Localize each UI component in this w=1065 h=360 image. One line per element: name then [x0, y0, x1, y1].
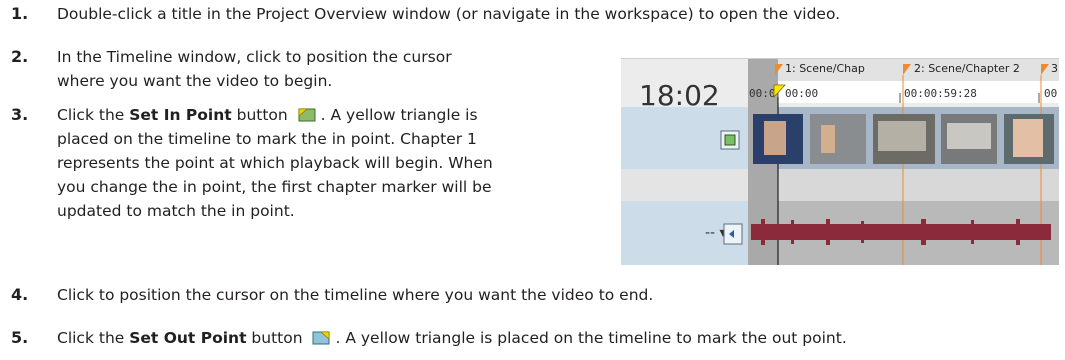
- step-3: 3. Click the Set In Point button . A yel…: [0, 103, 610, 223]
- step-text: Click to position the cursor on the time…: [57, 286, 654, 304]
- step-text-post: . A yellow triangle is: [320, 106, 478, 124]
- step-text: Double-click a title in the Project Over…: [57, 5, 841, 23]
- step-number: 4.: [11, 285, 29, 304]
- step-text-line-2: where you want the video to begin.: [57, 72, 333, 90]
- step-text-post: . A yellow triangle is placed on the tim…: [335, 329, 847, 347]
- set-out-point-label: Set Out Point: [129, 329, 247, 347]
- step-1: 1. Double-click a title in the Project O…: [0, 2, 1065, 26]
- step-number: 5.: [11, 328, 29, 347]
- timeline-screenshot: 18:02 1: Scene/Chap 2: Scene/Chapter 2 3…: [621, 58, 1059, 265]
- step-text-line-4: you change the in point, the first chapt…: [57, 178, 492, 196]
- set-in-point-label: Set In Point: [129, 106, 232, 124]
- step-number: 3.: [11, 105, 29, 124]
- step-text-mid: button: [246, 329, 308, 347]
- step-text-pre: Click the: [57, 106, 130, 124]
- step-text-line-5: updated to match the in point.: [57, 202, 295, 220]
- in-point-marker: [773, 84, 786, 99]
- step-text-mid: button: [231, 106, 293, 124]
- step-text-line-2: placed on the timeline to mark the in po…: [57, 130, 477, 148]
- step-text-line-1: In the Timeline window, click to positio…: [57, 48, 452, 66]
- step-number: 1.: [11, 4, 29, 23]
- audio-dropdown-text: -- ▾: [705, 225, 727, 241]
- timeline-graphics: -- ▾: [705, 64, 1054, 265]
- chapter-marker-2: [903, 64, 911, 75]
- chapter-marker-1: [775, 64, 783, 75]
- step-text-line-3: represents the point at which playback w…: [57, 154, 493, 172]
- step-5: 5. Click the Set Out Point button . A ye…: [0, 326, 1065, 350]
- step-number: 2.: [11, 47, 29, 66]
- step-4: 4. Click to position the cursor on the t…: [0, 283, 1065, 307]
- set-out-point-icon: [312, 329, 330, 353]
- step-text-line-1: Click the Set In Point button . A yellow…: [57, 103, 478, 130]
- chapter-marker-3: [1041, 64, 1049, 75]
- step-text-pre: Click the: [57, 329, 130, 347]
- step-text: Click the Set Out Point button . A yello…: [57, 326, 847, 353]
- step-2: 2. In the Timeline window, click to posi…: [0, 45, 600, 93]
